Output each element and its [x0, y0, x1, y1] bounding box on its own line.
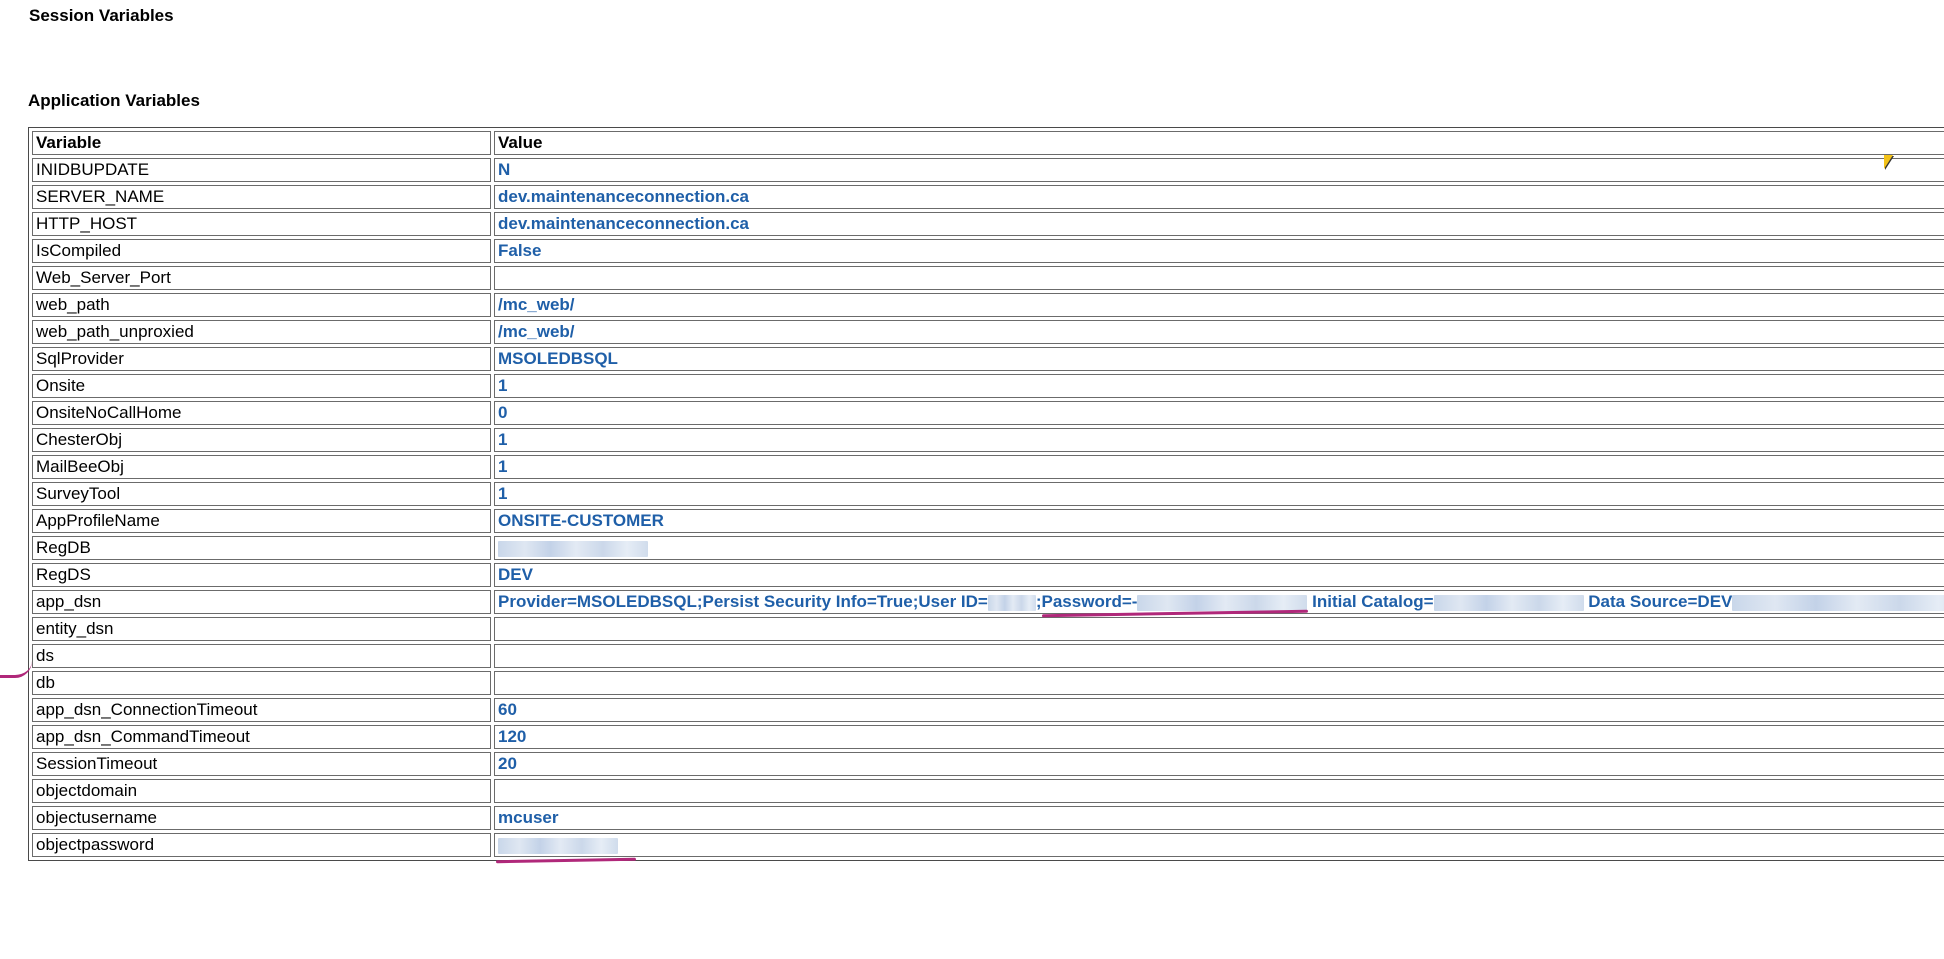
variable-column-header: Variable: [32, 131, 491, 155]
variable-name: app_dsn_CommandTimeout: [32, 725, 491, 749]
variable-value: /mc_web/: [494, 293, 1944, 317]
variable-value: [494, 671, 1944, 695]
variable-name: objectpassword: [32, 833, 491, 857]
table-row: app_dsn_CommandTimeout 120: [32, 725, 1944, 749]
variable-name: AppProfileName: [32, 509, 491, 533]
variable-name: SessionTimeout: [32, 752, 491, 776]
table-row: Onsite 1: [32, 374, 1944, 398]
variable-name: RegDS: [32, 563, 491, 587]
variable-name: SERVER_NAME: [32, 185, 491, 209]
redacted-regdb: [498, 540, 648, 557]
table-row: SurveyTool 1: [32, 482, 1944, 506]
table-body: INIDBUPDATE N SERVER_NAME dev.maintenanceco…: [32, 158, 1944, 857]
variable-value: False: [494, 239, 1944, 263]
variable-name: entity_dsn: [32, 617, 491, 641]
variable-value: [494, 536, 1944, 560]
redacted-datasource: [1732, 594, 1944, 611]
table-row: objectdomain: [32, 779, 1944, 803]
dsn-provider-text: Provider=MSOLEDBSQL;Persist Security Inf…: [498, 592, 988, 611]
redacted-objectpassword: [498, 837, 618, 854]
variable-name: db: [32, 671, 491, 695]
variable-value: 120: [494, 725, 1944, 749]
variable-value: 60: [494, 698, 1944, 722]
table-header-row: Variable Value: [32, 131, 1944, 155]
dsn-catalog-text: Initial Catalog=: [1312, 592, 1434, 611]
variable-value: mcuser: [494, 806, 1944, 830]
table-row: INIDBUPDATE N: [32, 158, 1944, 182]
table-row: OnsiteNoCallHome 0: [32, 401, 1944, 425]
variable-value: 1: [494, 482, 1944, 506]
variable-value: N: [494, 158, 1944, 182]
variable-value: 1: [494, 428, 1944, 452]
table-row: SessionTimeout 20: [32, 752, 1944, 776]
variable-value: 20: [494, 752, 1944, 776]
variable-name: app_dsn_ConnectionTimeout: [32, 698, 491, 722]
table-row: RegDS DEV: [32, 563, 1944, 587]
variable-name: Onsite: [32, 374, 491, 398]
dsn-password-text: Password=-: [1041, 592, 1138, 611]
variable-value: /mc_web/: [494, 320, 1944, 344]
variable-name: objectusername: [32, 806, 491, 830]
variable-value: ONSITE-CUSTOMER: [494, 509, 1944, 533]
variable-name: objectdomain: [32, 779, 491, 803]
table-row: objectpassword: [32, 833, 1944, 857]
variable-value: [494, 644, 1944, 668]
variable-value: [494, 617, 1944, 641]
variable-value: [494, 833, 1944, 857]
variable-name: ChesterObj: [32, 428, 491, 452]
table-row: app_dsn_ConnectionTimeout 60: [32, 698, 1944, 722]
variable-name: HTTP_HOST: [32, 212, 491, 236]
table-row: ds: [32, 644, 1944, 668]
table-row: RegDB: [32, 536, 1944, 560]
variable-value: DEV: [494, 563, 1944, 587]
variable-value: [494, 779, 1944, 803]
variable-name: INIDBUPDATE: [32, 158, 491, 182]
variable-value: 1: [494, 455, 1944, 479]
table-row: app_dsn Provider=MSOLEDBSQL;Persist Secur…: [32, 590, 1944, 614]
variable-name: web_path_unproxied: [32, 320, 491, 344]
variable-name: Web_Server_Port: [32, 266, 491, 290]
variable-name: IsCompiled: [32, 239, 491, 263]
table-row: IsCompiled False: [32, 239, 1944, 263]
variable-name: SurveyTool: [32, 482, 491, 506]
variable-name: SqlProvider: [32, 347, 491, 371]
table-row: objectusername mcuser: [32, 806, 1944, 830]
table-row: db: [32, 671, 1944, 695]
redacted-catalog: [1433, 594, 1584, 611]
table-row: SERVER_NAME dev.maintenanceconnection.ca: [32, 185, 1944, 209]
variable-value: [494, 266, 1944, 290]
application-variables-table: Variable Value INIDBUPDATE N SERVER_NAME de…: [28, 127, 1944, 861]
variable-value: 0: [494, 401, 1944, 425]
table-row: web_path_unproxied/mc_web/: [32, 320, 1944, 344]
variable-name: ds: [32, 644, 491, 668]
variable-name: MailBeeObj: [32, 455, 491, 479]
variable-name: app_dsn: [32, 590, 491, 614]
variable-value: MSOLEDBSQL: [494, 347, 1944, 371]
variable-value: dev.maintenanceconnection.ca: [494, 185, 1944, 209]
table-row: ChesterObj 1: [32, 428, 1944, 452]
mouse-cursor-icon: [1884, 155, 1893, 169]
table-row: SqlProvider MSOLEDBSQL: [32, 347, 1944, 371]
table-row: entity_dsn: [32, 617, 1944, 641]
variable-name: web_path: [32, 293, 491, 317]
session-variables-heading: Session Variables: [29, 6, 174, 25]
table-row: Web_Server_Port: [32, 266, 1944, 290]
table-row: AppProfileName ONSITE-CUSTOMER: [32, 509, 1944, 533]
application-variables-heading: Application Variables: [28, 91, 200, 110]
table-row: MailBeeObj 1: [32, 455, 1944, 479]
variable-name: OnsiteNoCallHome: [32, 401, 491, 425]
dsn-datasource-text: Data Source=DEV: [1588, 592, 1733, 611]
redacted-password: [1137, 594, 1308, 611]
redacted-user-id: [987, 594, 1036, 611]
variable-value: 1: [494, 374, 1944, 398]
table-row: HTTP_HOST dev.maintenanceconnection.ca: [32, 212, 1944, 236]
variable-value: dev.maintenanceconnection.ca: [494, 212, 1944, 236]
table-row: web_path/mc_web/: [32, 293, 1944, 317]
variable-name: RegDB: [32, 536, 491, 560]
value-column-header: Value: [494, 131, 1944, 155]
